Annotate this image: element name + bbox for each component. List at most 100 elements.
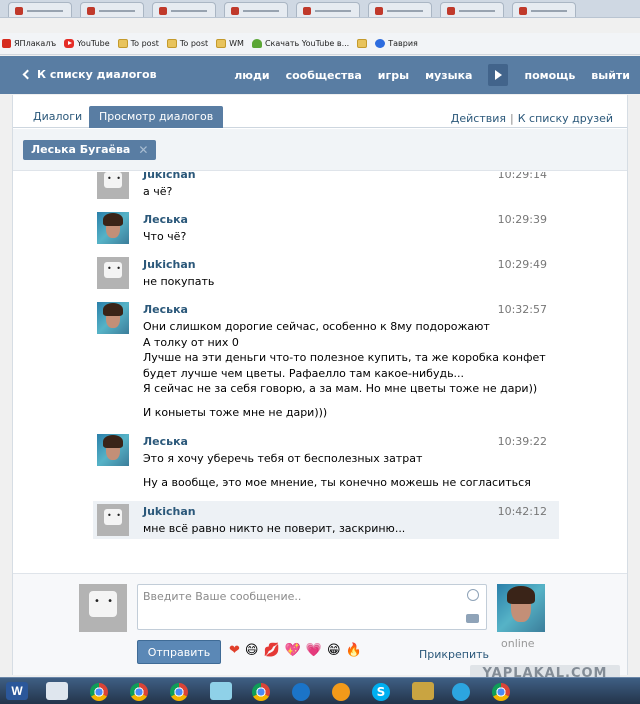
- browser-tab[interactable]: [152, 2, 216, 17]
- site-c-icon: [375, 39, 386, 48]
- browser-tab[interactable]: [296, 2, 360, 17]
- back-to-dialogs-link[interactable]: К списку диалогов: [22, 68, 157, 81]
- browser-tab[interactable]: [512, 2, 576, 17]
- grin-emoji-icon[interactable]: 😁: [327, 642, 341, 660]
- message-text: не покупать: [143, 275, 215, 288]
- avatar[interactable]: [97, 302, 129, 334]
- online-status: online: [501, 637, 535, 650]
- avatar[interactable]: [97, 212, 129, 244]
- avatar[interactable]: [97, 257, 129, 289]
- message-time: 10:29:49: [497, 258, 547, 271]
- message-author[interactable]: Леська: [143, 213, 188, 226]
- dialog-panel: Диалоги Просмотр диалогов Действия | К спи…: [12, 95, 628, 675]
- yaplakal-icon: [2, 39, 11, 48]
- kiss-emoji-icon[interactable]: 💋: [263, 642, 279, 660]
- word-icon[interactable]: W: [6, 682, 28, 700]
- message-item: Jukichan 10:29:49 не покупать: [93, 254, 559, 296]
- message-author[interactable]: Леська: [143, 435, 188, 448]
- my-avatar[interactable]: [79, 584, 127, 632]
- bookmark-folder[interactable]: [357, 39, 368, 48]
- app-icon[interactable]: [412, 682, 434, 700]
- bookmark-tavriya[interactable]: Таврия: [375, 39, 418, 48]
- message-list[interactable]: Jukichan 10:29:14 а чё? Леська 10:29:39 …: [13, 172, 627, 572]
- pink-heart-emoji-icon[interactable]: 💗: [306, 642, 322, 660]
- teamviewer-icon[interactable]: [292, 683, 310, 701]
- nav-logout[interactable]: выйти: [591, 69, 630, 82]
- nav-games[interactable]: игры: [378, 69, 409, 82]
- telegram-icon[interactable]: [452, 683, 470, 701]
- bookmark-to-post[interactable]: To post: [117, 39, 159, 48]
- smile-emoji-icon[interactable]: 😄: [245, 642, 259, 660]
- app-icon[interactable]: [210, 682, 232, 700]
- nav-help[interactable]: помощь: [524, 69, 575, 82]
- message-text: Что чё?: [143, 230, 187, 243]
- folder-icon: [216, 39, 227, 48]
- close-icon[interactable]: ✕: [138, 140, 148, 160]
- browser-tab[interactable]: [368, 2, 432, 17]
- youtube-icon: [64, 39, 75, 48]
- message-time: 10:39:22: [497, 435, 547, 448]
- app-icon[interactable]: [46, 682, 68, 700]
- message-text: Они слишком дорогие сейчас, особенно к 8…: [143, 320, 490, 333]
- interlocutor-avatar[interactable]: [497, 584, 545, 632]
- actions-link[interactable]: Действия: [451, 112, 506, 125]
- browser-tab[interactable]: [224, 2, 288, 17]
- avatar[interactable]: [97, 504, 129, 536]
- message-time: 10:29:39: [497, 213, 547, 226]
- chip-label: Леська Бугаёва: [31, 143, 131, 156]
- friends-list-link[interactable]: К списку друзей: [518, 112, 613, 125]
- windows-taskbar: W S: [0, 677, 640, 704]
- message-text: Ну а вообще, это мое мнение, ты конечно …: [143, 475, 531, 489]
- nav-people[interactable]: люди: [234, 69, 269, 82]
- chrome-icon[interactable]: [130, 683, 148, 701]
- avatar[interactable]: [97, 434, 129, 466]
- interlocutor-chip[interactable]: Леська Бугаёва ✕: [23, 140, 157, 160]
- attach-link[interactable]: Прикрепить: [419, 648, 489, 661]
- play-icon[interactable]: [488, 64, 509, 86]
- bookmark-yaplakal[interactable]: ЯПлакалъ: [2, 39, 56, 48]
- message-text: Я сейчас не за себя говорю, а за мам. Но…: [143, 382, 538, 396]
- message-time: 10:29:14: [497, 172, 547, 181]
- tab-view-dialogs[interactable]: Просмотр диалогов: [89, 106, 224, 128]
- message-item: Леська 10:32:57 Они слишком дорогие сейч…: [93, 299, 559, 429]
- actions-group: Действия | К списку друзей: [451, 112, 613, 125]
- bookmark-download-youtube[interactable]: Скачать YouTube в...: [251, 39, 349, 48]
- message-author[interactable]: Леська: [143, 303, 188, 316]
- camera-icon[interactable]: [466, 614, 479, 623]
- fire-emoji-icon[interactable]: 🔥: [346, 642, 362, 660]
- message-text: Это я хочу уберечь тебя от бесполезных з…: [143, 452, 423, 465]
- heart-emoji-icon[interactable]: ❤: [229, 642, 240, 660]
- browser-tab[interactable]: [80, 2, 144, 17]
- sparkle-heart-emoji-icon[interactable]: 💖: [285, 642, 301, 660]
- nav-music[interactable]: музыка: [425, 69, 472, 82]
- message-input[interactable]: [137, 584, 487, 630]
- chrome-icon[interactable]: [90, 683, 108, 701]
- chrome-icon[interactable]: [492, 683, 510, 701]
- message-text: А толку от них 0: [143, 335, 239, 349]
- avatar[interactable]: [97, 172, 129, 199]
- bookmark-wm[interactable]: WM: [216, 39, 244, 48]
- message-text: мне всё равно никто не поверит, заскриню…: [143, 522, 406, 535]
- chrome-icon[interactable]: [170, 683, 188, 701]
- bookmarks-bar: ЯПлакалъ YouTube To post To post WM Скач…: [0, 33, 640, 55]
- bookmark-youtube[interactable]: YouTube: [64, 39, 110, 48]
- nav-communities[interactable]: сообщества: [286, 69, 362, 82]
- filter-bar: Леська Бугаёва ✕: [13, 129, 627, 171]
- message-author[interactable]: Jukichan: [143, 258, 196, 271]
- browser-tab[interactable]: [440, 2, 504, 17]
- message-author[interactable]: Jukichan: [143, 172, 196, 181]
- chrome-icon[interactable]: [252, 683, 270, 701]
- message-composer: online Отправить ❤ 😄 💋 💖 💗 😁 🔥 Прикрепит…: [13, 573, 627, 675]
- send-button[interactable]: Отправить: [137, 640, 221, 664]
- message-author[interactable]: Jukichan: [143, 505, 196, 518]
- browser-tab[interactable]: [8, 2, 72, 17]
- chevron-left-icon: [22, 69, 33, 80]
- app-icon[interactable]: [332, 683, 350, 701]
- bookmark-to-post-2[interactable]: To post: [166, 39, 208, 48]
- smiley-icon[interactable]: [467, 589, 479, 601]
- folder-icon: [357, 39, 368, 48]
- tab-dialogs[interactable]: Диалоги: [23, 106, 92, 128]
- emoji-bar: ❤ 😄 💋 💖 💗 😁 🔥: [229, 642, 362, 660]
- message-item-selected[interactable]: Jukichan 10:42:12 мне всё равно никто не…: [93, 501, 559, 539]
- skype-icon[interactable]: S: [372, 683, 390, 701]
